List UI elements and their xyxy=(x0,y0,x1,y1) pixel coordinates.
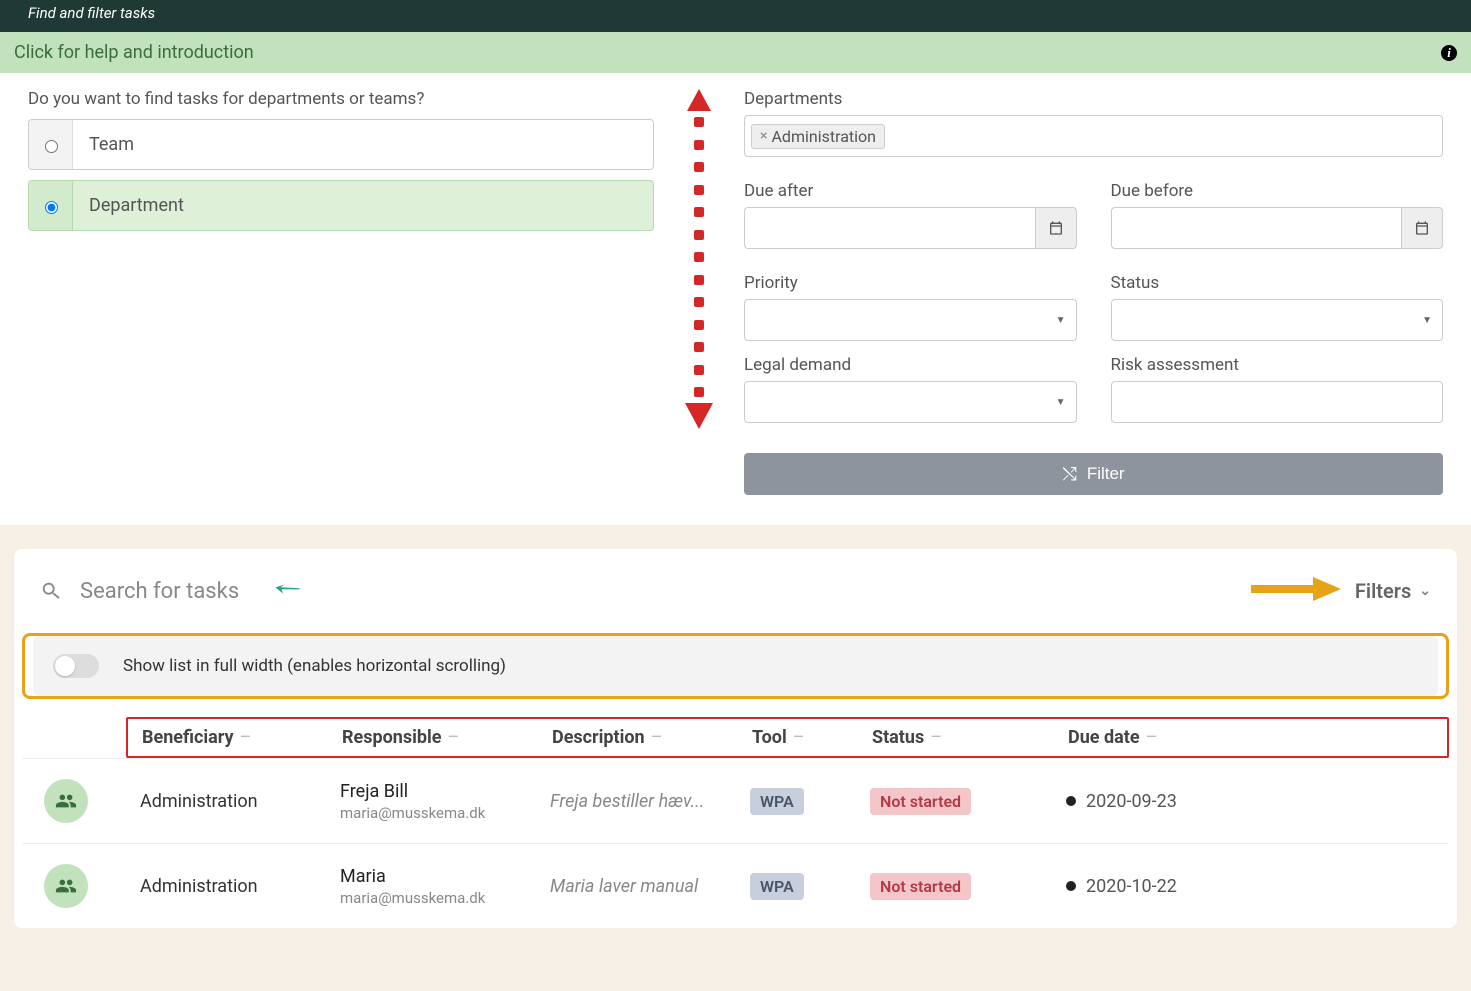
col-beneficiary[interactable]: Beneficiary– xyxy=(142,727,342,748)
departments-label: Departments xyxy=(744,89,1443,109)
radio-team-input[interactable] xyxy=(45,140,58,153)
scope-question: Do you want to find tasks for department… xyxy=(28,89,654,109)
radio-team-label: Team xyxy=(73,120,653,169)
chevron-down-icon: ▼ xyxy=(1422,315,1432,326)
departments-input[interactable]: × Administration xyxy=(744,115,1443,157)
fullwidth-label: Show list in full width (enables horizon… xyxy=(123,656,506,676)
col-status[interactable]: Status– xyxy=(872,727,1068,748)
group-icon xyxy=(44,779,88,823)
legal-select[interactable]: ▼ xyxy=(744,381,1077,423)
chevron-down-icon: ▼ xyxy=(1056,315,1066,326)
scope-column: Do you want to find tasks for department… xyxy=(28,89,654,495)
filter-panel: Do you want to find tasks for department… xyxy=(0,73,1471,525)
department-tag: × Administration xyxy=(751,124,885,149)
status-cell: Not started xyxy=(870,873,1066,900)
search-placeholder: Search for tasks xyxy=(80,579,239,604)
filters-column: Departments × Administration Due after xyxy=(744,89,1443,495)
responsible-cell: Maria maria@musskema.dk xyxy=(340,866,550,907)
annotation-green-arrow xyxy=(270,573,303,608)
help-bar[interactable]: Click for help and introduction i xyxy=(0,32,1471,73)
due-after-input[interactable] xyxy=(744,207,1035,249)
legal-label: Legal demand xyxy=(744,355,1077,375)
risk-label: Risk assessment xyxy=(1111,355,1444,375)
tool-cell: WPA xyxy=(750,873,870,900)
beneficiary-cell: Administration xyxy=(140,791,340,812)
beneficiary-cell: Administration xyxy=(140,876,340,897)
annotation-red-box: Beneficiary– Responsible– Description– T… xyxy=(126,717,1449,758)
tool-cell: WPA xyxy=(750,788,870,815)
calendar-icon[interactable] xyxy=(1401,207,1443,249)
status-label: Status xyxy=(1111,273,1444,293)
top-bar: Find and filter tasks xyxy=(0,0,1471,32)
info-icon: i xyxy=(1441,45,1457,61)
arrow-up-icon xyxy=(687,89,711,111)
due-before-label: Due before xyxy=(1111,181,1444,201)
priority-select[interactable]: ▼ xyxy=(744,299,1077,341)
filters-label: Filters xyxy=(1355,579,1411,603)
filter-button-label: Filter xyxy=(1087,464,1125,484)
search-icon xyxy=(40,580,62,602)
status-select[interactable]: ▼ xyxy=(1111,299,1444,341)
col-responsible[interactable]: Responsible– xyxy=(342,727,552,748)
fullwidth-row: Show list in full width (enables horizon… xyxy=(33,636,1438,696)
task-table: Beneficiary– Responsible– Description– T… xyxy=(14,699,1457,928)
col-description[interactable]: Description– xyxy=(552,727,752,748)
arrow-down-icon xyxy=(685,403,713,429)
filter-button[interactable]: Filter xyxy=(744,453,1443,495)
calendar-icon[interactable] xyxy=(1035,207,1077,249)
chevron-down-icon: ▼ xyxy=(1056,397,1066,408)
due-before-input[interactable] xyxy=(1111,207,1402,249)
status-cell: Not started xyxy=(870,788,1066,815)
risk-input[interactable] xyxy=(1111,381,1444,423)
results-panel: Search for tasks Filters ⌄ Show list in … xyxy=(14,549,1457,928)
fullwidth-toggle[interactable] xyxy=(53,654,99,678)
help-text: Click for help and introduction xyxy=(14,42,254,63)
search-area[interactable]: Search for tasks xyxy=(40,577,287,605)
group-icon xyxy=(44,864,88,908)
due-cell: 2020-10-22 xyxy=(1066,876,1216,897)
responsible-cell: Freja Bill maria@musskema.dk xyxy=(340,781,550,822)
chevron-down-icon: ⌄ xyxy=(1419,583,1431,599)
top-bar-title: Find and filter tasks xyxy=(28,4,155,22)
shuffle-icon xyxy=(1062,464,1076,485)
radio-team[interactable]: Team xyxy=(28,119,654,170)
due-after-label: Due after xyxy=(744,181,1077,201)
priority-label: Priority xyxy=(744,273,1077,293)
description-cell: Freja bestiller hæv... xyxy=(550,791,750,812)
col-due[interactable]: Due date– xyxy=(1068,727,1218,748)
radio-dept-cell xyxy=(29,181,73,230)
radio-department-label: Department xyxy=(73,181,653,230)
annotation-red-arrow xyxy=(682,89,716,429)
col-tool[interactable]: Tool– xyxy=(752,727,872,748)
annotation-orange-arrow xyxy=(1251,577,1341,605)
description-cell: Maria laver manual xyxy=(550,876,750,897)
tag-remove-icon[interactable]: × xyxy=(760,128,767,144)
radio-department-input[interactable] xyxy=(45,201,58,214)
table-row[interactable]: Administration Maria maria@musskema.dk M… xyxy=(22,843,1449,928)
filters-toggle[interactable]: Filters ⌄ xyxy=(1355,579,1431,603)
due-cell: 2020-09-23 xyxy=(1066,791,1216,812)
radio-department[interactable]: Department xyxy=(28,180,654,231)
annotation-orange-box: Show list in full width (enables horizon… xyxy=(22,633,1449,699)
table-row[interactable]: Administration Freja Bill maria@musskema… xyxy=(22,758,1449,843)
radio-team-cell xyxy=(29,120,73,169)
department-tag-text: Administration xyxy=(771,127,876,146)
